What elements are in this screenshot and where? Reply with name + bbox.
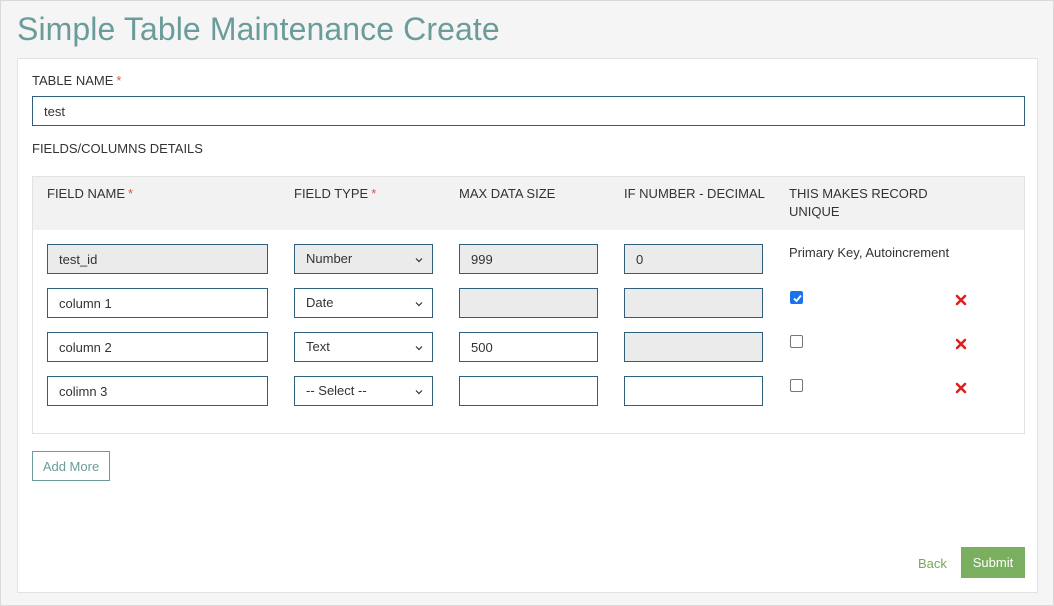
table-name-label: TABLE NAME * — [32, 73, 121, 88]
header-decimal: IF NUMBER - DECIMAL — [624, 186, 765, 201]
close-x-icon[interactable] — [954, 337, 968, 351]
close-x-icon[interactable] — [954, 293, 968, 307]
field-name-input[interactable] — [47, 376, 268, 406]
field-name-input[interactable] — [47, 244, 268, 274]
required-mark: * — [128, 186, 134, 201]
checkmark-icon — [793, 294, 802, 303]
field-type-select[interactable]: Text — [294, 332, 433, 362]
max-data-size-input[interactable] — [459, 332, 598, 362]
max-data-size-input[interactable] — [459, 288, 598, 318]
decimal-input[interactable] — [624, 332, 763, 362]
table-row: Date — [33, 288, 1024, 320]
header-field-type-text: FIELD TYPE — [294, 186, 369, 201]
unique-checkbox[interactable] — [790, 335, 803, 348]
field-type-select[interactable]: -- Select -- — [294, 376, 433, 406]
field-type-value: Text — [306, 339, 330, 354]
page-frame: Simple Table Maintenance Create TABLE NA… — [0, 0, 1054, 606]
decimal-input[interactable] — [624, 288, 763, 318]
table-name-label-text: TABLE NAME — [32, 73, 114, 88]
chevron-down-icon — [415, 258, 423, 263]
field-name-input[interactable] — [47, 288, 268, 318]
field-type-select[interactable]: Date — [294, 288, 433, 318]
unique-checkbox[interactable] — [790, 379, 803, 392]
form-panel: TABLE NAME* FIELDS/COLUMNS DETAILS FIELD… — [17, 58, 1038, 593]
required-mark: * — [371, 186, 377, 201]
decimal-input[interactable] — [624, 376, 763, 406]
chevron-down-icon — [415, 302, 423, 307]
primary-key-text: Primary Key, Autoincrement — [789, 245, 950, 260]
back-link[interactable]: Back — [918, 556, 947, 571]
field-type-value: -- Select -- — [306, 383, 367, 398]
close-x-icon[interactable] — [954, 381, 968, 395]
header-max-data-size: MAX DATA SIZE — [459, 186, 556, 201]
header-field-type: FIELD TYPE * — [294, 185, 376, 203]
table-row: -- Select -- — [33, 376, 1024, 408]
unique-checkbox[interactable] — [790, 291, 803, 304]
field-name-input[interactable] — [47, 332, 268, 362]
header-unique: THIS MAKES RECORD UNIQUE — [789, 186, 928, 219]
submit-button[interactable]: Submit — [961, 547, 1025, 578]
header-field-name-text: FIELD NAME — [47, 186, 126, 201]
decimal-input[interactable] — [624, 244, 763, 274]
fields-table: FIELD NAME * FIELD TYPE * MAX DATA SIZE IF… — [32, 176, 1025, 434]
max-data-size-input[interactable] — [459, 244, 598, 274]
table-name-input[interactable] — [32, 96, 1025, 126]
field-type-value: Date — [306, 295, 334, 310]
table-row: Number Primary Key, Autoincrement — [33, 244, 1024, 276]
chevron-down-icon — [415, 390, 423, 395]
table-row: Text — [33, 332, 1024, 364]
page-title: Simple Table Maintenance Create — [17, 11, 500, 47]
required-mark: * — [116, 73, 122, 88]
add-more-button[interactable]: Add More — [32, 451, 110, 481]
chevron-down-icon — [415, 346, 423, 351]
fields-section-label: FIELDS/COLUMNS DETAILS — [32, 141, 203, 156]
header-field-name: FIELD NAME * — [47, 185, 133, 203]
max-data-size-input[interactable] — [459, 376, 598, 406]
field-type-value: Number — [306, 251, 353, 266]
field-type-select[interactable]: Number — [294, 244, 433, 274]
fields-table-header: FIELD NAME * FIELD TYPE * MAX DATA SIZE IF… — [33, 177, 1024, 230]
